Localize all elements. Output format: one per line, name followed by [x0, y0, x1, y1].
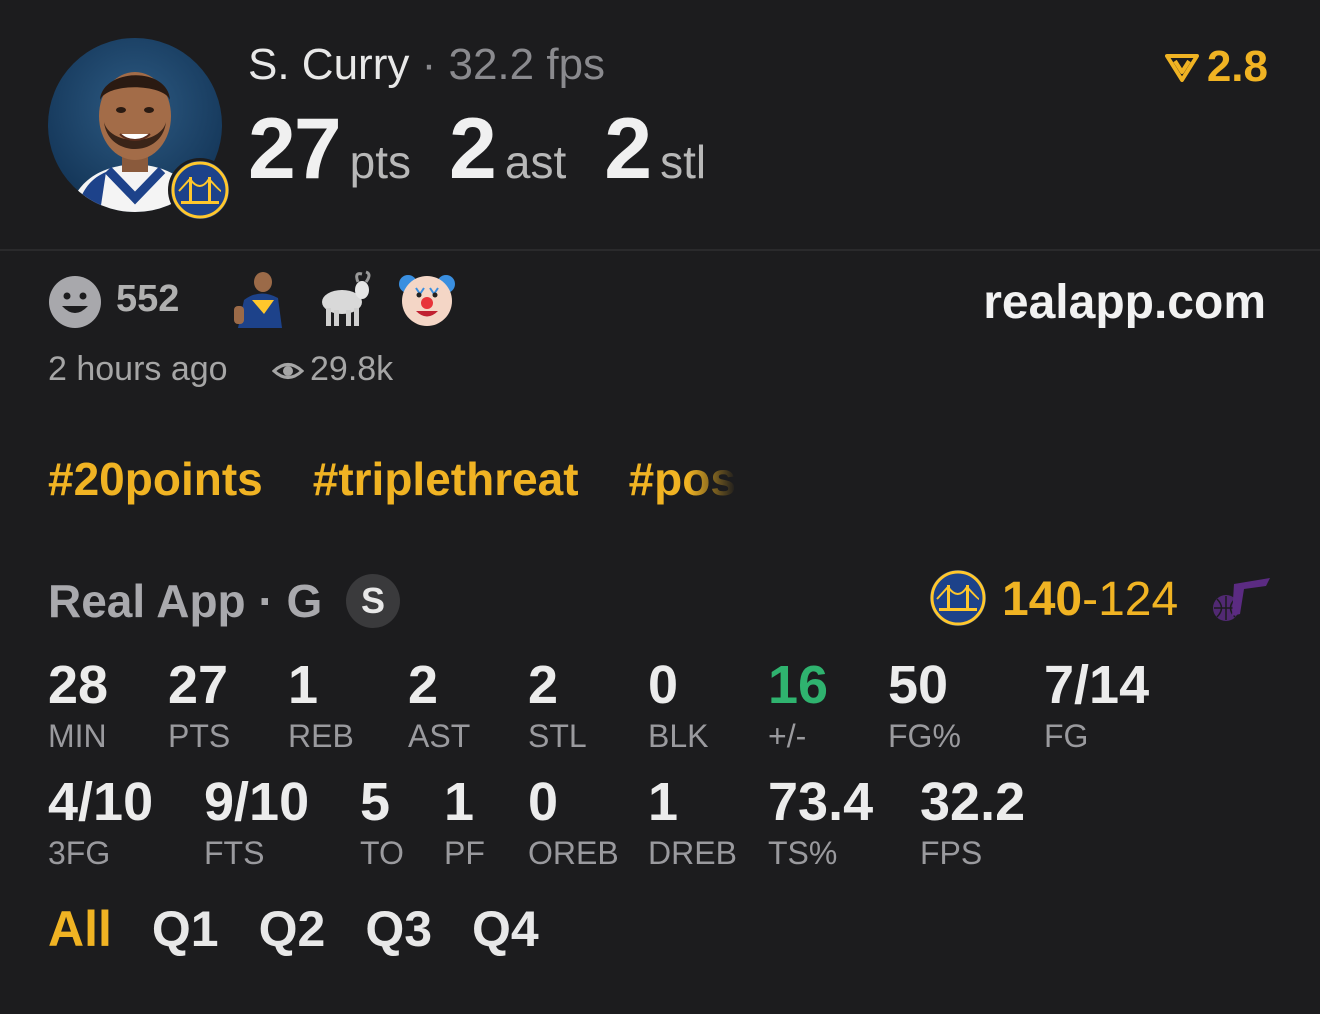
stat-value: 2 [528, 655, 559, 715]
tab-q2[interactable]: Q2 [259, 900, 326, 958]
stat-value: 1 [648, 772, 679, 832]
headline-stat-unit: stl [660, 136, 707, 188]
stat-value: 9/10 [204, 772, 310, 832]
stat-value: 2 [408, 655, 439, 715]
stat-value: 32.2 [920, 772, 1026, 832]
stat-value: 0 [528, 772, 559, 832]
headline-stat-value: 27 [248, 101, 342, 197]
hashtag[interactable]: #pos [629, 452, 736, 506]
player-name[interactable]: S. Curry [248, 40, 409, 89]
stat-value: 1 [444, 772, 475, 832]
stat-value: 1 [288, 655, 319, 715]
stat-cell: 73.4 TS% [768, 773, 873, 873]
stat-cell: 2 AST [408, 656, 470, 756]
player-rating[interactable]: 2.8 [1164, 42, 1268, 92]
stat-label: BLK [648, 718, 709, 754]
stat-value: 27 [168, 655, 229, 715]
hashtag-list: #20points #triplethreat #pos [48, 452, 736, 506]
stat-value: 50 [888, 655, 949, 715]
stat-cell: 0 OREB [528, 773, 619, 873]
stat-cell: 0 BLK [648, 656, 708, 756]
stat-label: PF [444, 835, 485, 871]
stat-value: 73.4 [768, 772, 874, 832]
game-score[interactable]: 140-124 [1002, 572, 1178, 627]
home-score: 140 [1002, 573, 1083, 626]
stat-value: 5 [360, 772, 391, 832]
starter-badge: S [346, 574, 400, 628]
tab-q3[interactable]: Q3 [365, 900, 432, 958]
hashtag[interactable]: #20points [48, 452, 263, 506]
headline-stats: 27 pts 2 ast 2 stl [248, 100, 744, 199]
plus-minus-value: 16 [768, 655, 829, 715]
stat-cell: 7/14 FG [1044, 656, 1149, 756]
name-separator: · [421, 40, 437, 89]
away-score: 124 [1098, 573, 1179, 626]
stat-label: TS% [768, 835, 838, 871]
stat-label: OREB [528, 835, 619, 871]
stat-value: 4/10 [48, 772, 154, 832]
section-divider [0, 249, 1320, 251]
stat-cell: 1 REB [288, 656, 354, 756]
tab-all[interactable]: All [48, 900, 112, 958]
stat-label: FG [1044, 718, 1089, 754]
player-name-line[interactable]: S. Curry · 32.2 fps [248, 40, 605, 90]
stat-cell: 1 DREB [648, 773, 737, 873]
stat-label: DREB [648, 835, 737, 871]
quarter-tabs: All Q1 Q2 Q3 Q4 [48, 900, 539, 958]
stat-label: +/- [768, 718, 807, 754]
stat-label: FPS [920, 835, 983, 871]
stat-cell: 2 STL [528, 656, 587, 756]
player-fps: 32.2 fps [448, 40, 606, 89]
stat-cell: 1 PF [444, 773, 485, 873]
clown-face-reaction-icon[interactable] [398, 270, 456, 328]
jazz-team-icon [1208, 574, 1274, 622]
rating-value: 2.8 [1206, 42, 1268, 91]
stat-value: 7/14 [1044, 655, 1150, 715]
reaction-count: 552 [116, 278, 180, 320]
curry-photo-reaction-icon[interactable] [230, 270, 288, 328]
stat-cell: 5 TO [360, 773, 404, 873]
stat-label: STL [528, 718, 587, 754]
stat-label: REB [288, 718, 354, 754]
stat-cell: 27 PTS [168, 656, 230, 756]
warriors-team-icon [930, 570, 986, 626]
headline-stat-unit: pts [349, 136, 412, 188]
site-link[interactable]: realapp.com [983, 275, 1266, 330]
stat-label: PTS [168, 718, 231, 754]
game-source: Real App · G [48, 575, 323, 627]
stat-cell: 50 FG% [888, 656, 961, 756]
stat-cell: 16 +/- [768, 656, 828, 756]
tab-q1[interactable]: Q1 [152, 900, 219, 958]
headline-stat-value: 2 [449, 101, 497, 197]
stat-cell: 32.2 FPS [920, 773, 1025, 873]
goat-reaction-icon[interactable] [314, 270, 372, 328]
headline-stat-unit: ast [504, 136, 567, 188]
smiley-reaction-icon[interactable] [48, 275, 102, 329]
stat-label: MIN [48, 718, 107, 754]
stat-label: FG% [888, 718, 961, 754]
post-time: 2 hours ago [48, 350, 228, 388]
stat-cell: 9/10 FTS [204, 773, 309, 873]
tab-q4[interactable]: Q4 [472, 900, 539, 958]
stat-cell: 4/10 3FG [48, 773, 153, 873]
warriors-logo-icon [168, 158, 232, 222]
score-dash: - [1082, 573, 1099, 626]
eye-icon [271, 358, 305, 384]
stat-label: TO [360, 835, 404, 871]
stat-label: FTS [204, 835, 265, 871]
hashtag[interactable]: #triplethreat [313, 452, 579, 506]
stat-value: 0 [648, 655, 679, 715]
view-count: 29.8k [310, 350, 394, 388]
rating-chevron-icon [1164, 54, 1199, 82]
headline-stat-value: 2 [604, 101, 652, 197]
stat-value: 28 [48, 655, 109, 715]
stat-label: AST [408, 718, 471, 754]
stat-cell: 28 MIN [48, 656, 108, 756]
stat-label: 3FG [48, 835, 111, 871]
